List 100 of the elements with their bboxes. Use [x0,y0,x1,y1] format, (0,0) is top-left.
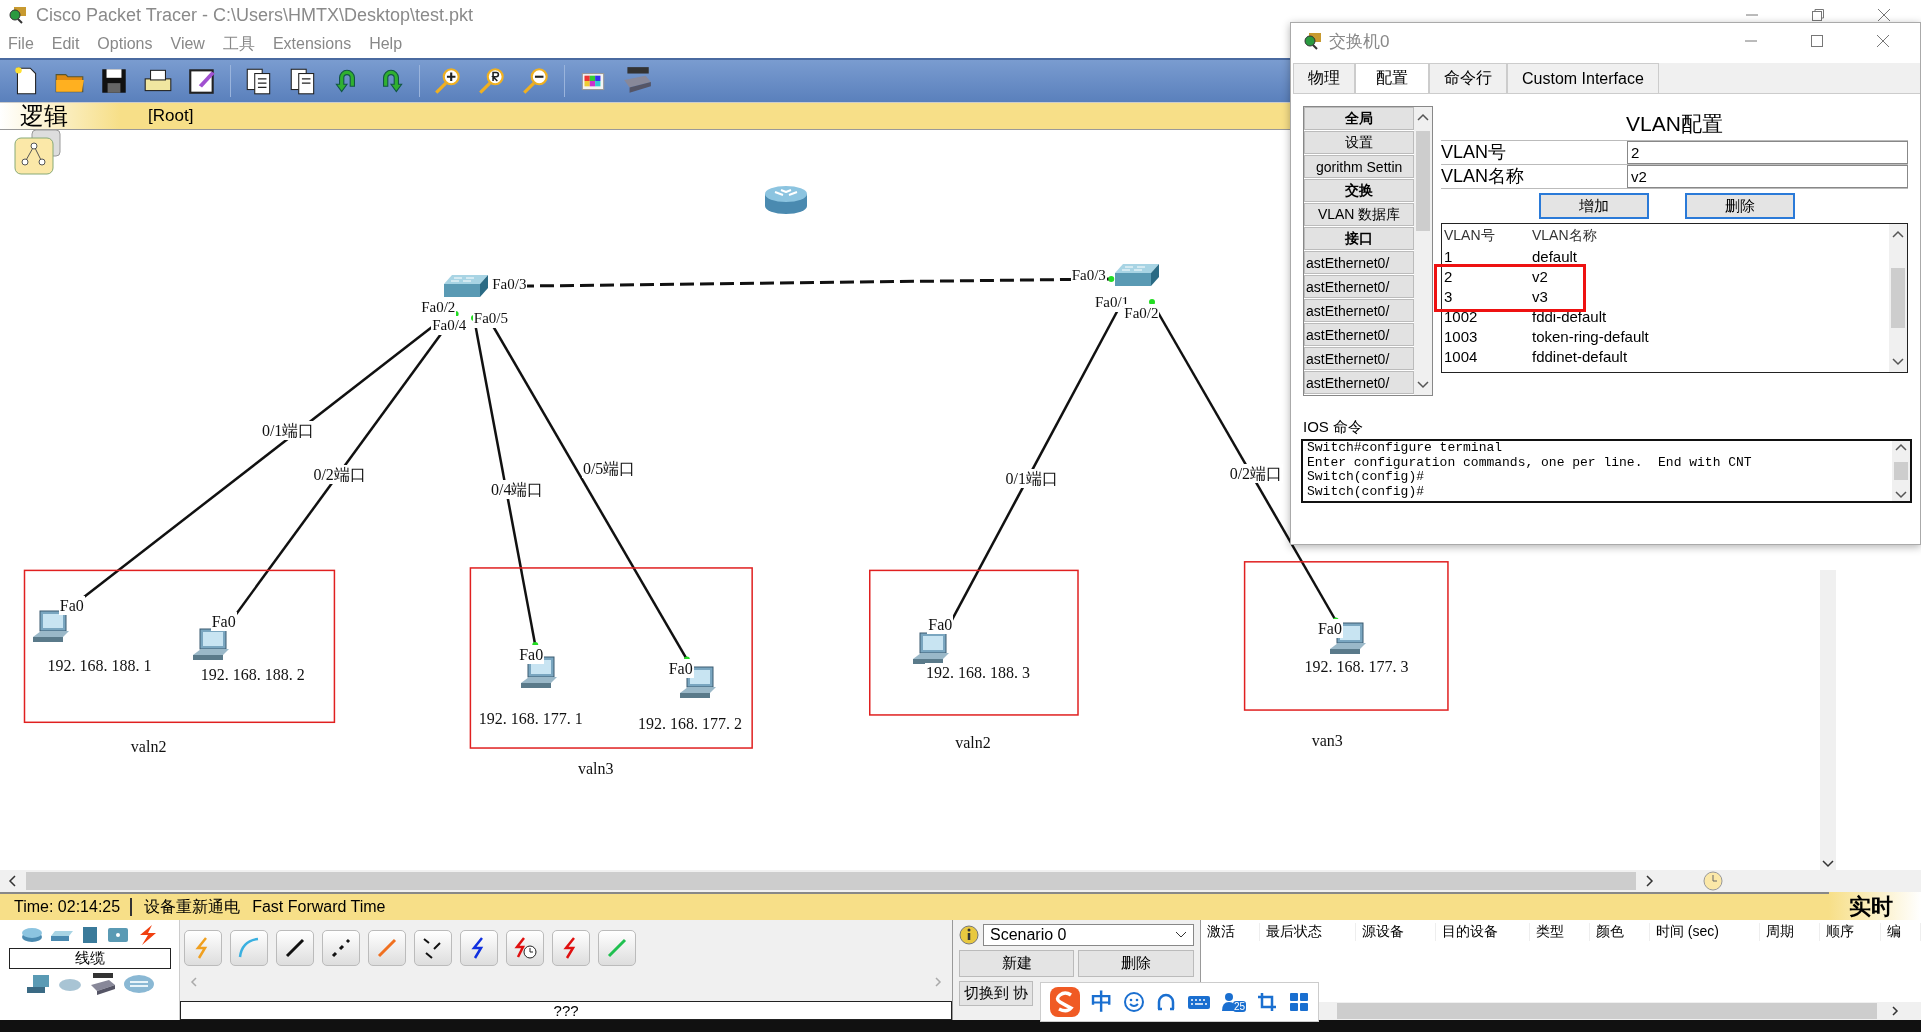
menu-item[interactable]: Edit [51,35,80,53]
scenario-button[interactable]: 新建 [959,950,1075,977]
menu-item[interactable]: File [8,35,34,53]
table-cell-text: 1004 [1444,347,1479,365]
console-line: Switch#configure terminal [1307,441,1504,456]
simulation-time: Time: 02:14:25 [0,898,133,916]
column-header: 最后状态 [1260,923,1356,941]
scrollbar-thumb[interactable] [1416,131,1431,231]
app-logo-icon [8,5,28,25]
link-label: 0/1端口 [1004,468,1059,488]
smiley-icon[interactable] [1123,991,1145,1013]
dialog-title: 交换机0 [1329,30,1390,53]
cable-button[interactable] [276,930,315,966]
menu-item[interactable]: Options [97,35,153,53]
scroll-up-icon[interactable] [1894,441,1908,453]
window-title: Cisco Packet Tracer - C:\Users\HMTX\Desktop\test.pkt [36,4,474,26]
table-cell-text: 2 [1444,267,1454,285]
app-logo-icon [1303,31,1323,51]
nav-item[interactable]: astEthernet0/ [1304,275,1415,298]
status-action-link[interactable]: Fast Forward Time [252,898,386,916]
restore-icon[interactable] [1811,8,1825,22]
port-label: Fa0 [927,615,954,635]
nav-item[interactable]: 设置 [1304,131,1415,154]
field-label: VLAN号 [1441,141,1508,164]
table-cell: fddinet-default [1532,347,1628,365]
table-cell: token-ring-default [1532,327,1649,345]
nav-item[interactable]: astEthernet0/ [1304,371,1415,394]
tab[interactable]: 配置 [1355,63,1429,93]
column-header: 编 [1881,923,1921,941]
scroll-up-icon[interactable] [1891,228,1905,240]
table-cell: fddi-default [1532,307,1607,325]
link-label: 0/2端口 [312,464,367,484]
port-label: Fa0/4 [431,316,468,336]
close-icon[interactable] [1877,8,1891,22]
menu-item[interactable]: Extensions [272,35,352,53]
logical-tab[interactable]: 逻辑 [0,103,88,129]
info-icon[interactable] [959,925,979,945]
router-icon[interactable] [19,926,44,944]
crop-icon[interactable] [1256,991,1279,1013]
column-header: VLAN名称 [1532,227,1597,245]
maximize-icon[interactable] [1810,34,1824,48]
scrollbar-thumb[interactable] [1894,462,1908,480]
lightning-clock-icon [512,935,539,961]
input-field[interactable]: v2 [1627,165,1908,188]
scroll-down-icon[interactable] [1891,356,1905,368]
column-header: 时间 (sec) [1650,923,1760,941]
computer-icon[interactable] [24,973,51,995]
menu-item[interactable]: View [170,35,205,53]
cable-button[interactable] [414,930,453,966]
breadcrumb-path[interactable]: [Root] [148,106,194,126]
scroll-up-icon[interactable] [1416,111,1431,123]
category-label: 线缆 [8,948,171,969]
grid-icon[interactable] [1288,991,1311,1013]
nav-section-header[interactable]: 全局 [1304,107,1415,130]
logical-view-icon[interactable] [14,130,62,176]
scrollbar-thumb[interactable] [1891,268,1905,328]
port-label: Fa0 [58,595,85,615]
tab[interactable]: Custom Interface [1507,63,1659,93]
router-icon[interactable] [763,184,810,217]
scenario-select[interactable]: Scenario 0 [983,924,1194,946]
wireless-icon[interactable] [105,925,130,945]
nav-section-header[interactable]: 交换 [1304,179,1415,202]
nav-item[interactable]: gorithm Settin [1304,155,1415,178]
vlan-button[interactable]: 删除 [1685,193,1795,219]
port-label: Fa0 [518,644,545,664]
logo-icon[interactable] [1049,986,1081,1018]
column-header: VLAN号 [1444,227,1496,245]
count-badge: 25 [1233,1001,1247,1012]
input-mode-toggle[interactable]: 中 [1091,987,1113,1017]
nav-item[interactable]: astEthernet0/ [1304,347,1415,370]
scrollbar-thumb[interactable] [1337,1003,1877,1019]
scenario-button[interactable]: 删除 [1078,950,1194,977]
console-line: Switch(config)# [1307,484,1426,499]
tab[interactable]: 物理 [1293,63,1355,93]
headphones-icon[interactable] [1155,991,1177,1013]
input-field[interactable]: 2 [1627,141,1908,164]
port-label: Fa0 [1316,618,1343,638]
nav-section-header[interactable]: 接口 [1304,227,1415,250]
table-cell-text: 1002 [1444,307,1479,325]
menu-item[interactable]: 工具 [222,33,255,55]
nav-item[interactable]: astEthernet0/ [1304,299,1415,322]
tab[interactable]: 命令行 [1429,63,1507,93]
scroll-down-icon[interactable] [1821,858,1835,870]
cable-button[interactable] [460,930,499,966]
vlan-button[interactable]: 增加 [1539,193,1649,219]
menu-item[interactable]: Help [369,35,403,53]
close-icon[interactable] [1876,34,1890,48]
nav-item[interactable]: astEthernet0/ [1304,251,1415,274]
table-cell-text: 1003 [1444,327,1479,345]
section-label: IOS 命令 [1303,418,1364,437]
status-action-link[interactable]: 设备重新通电 [144,896,241,918]
scroll-right-icon[interactable] [1889,1005,1901,1017]
realtime-tab[interactable]: 实时 [1829,892,1921,922]
nav-item[interactable]: astEthernet0/ [1304,323,1415,346]
computer-icon[interactable] [911,630,951,667]
scrollbar-thumb[interactable] [26,872,1636,890]
scroll-down-icon[interactable] [1416,379,1431,391]
scroll-down-icon[interactable] [1894,489,1908,501]
switch-mode-button[interactable]: 切换到 协 [959,981,1034,1006]
nav-item[interactable]: VLAN 数据库 [1304,203,1415,226]
